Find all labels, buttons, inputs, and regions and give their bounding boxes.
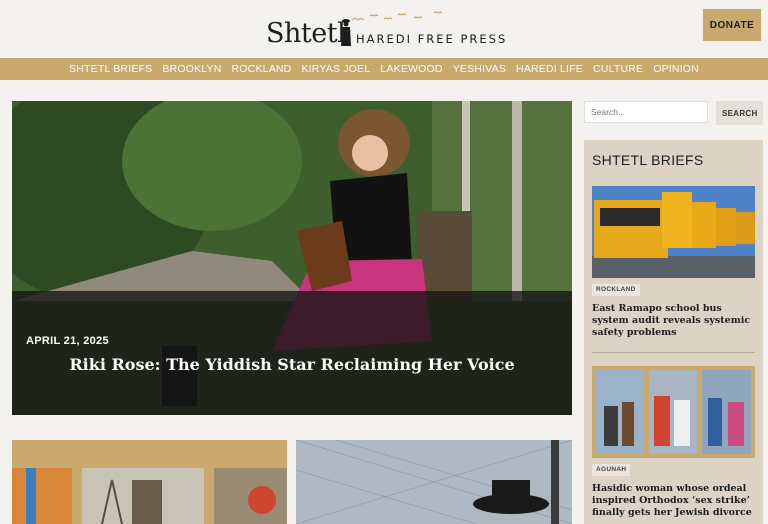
brief-image-2[interactable] xyxy=(592,366,755,458)
nav-item-brooklyn[interactable]: BROOKLYN xyxy=(162,63,221,75)
nav-item-rockland[interactable]: ROCKLAND xyxy=(232,63,292,75)
briefs-title: SHTETL BRIEFS xyxy=(592,152,704,168)
site-logo[interactable]: Shtetl HAREDI FREE PRESS xyxy=(266,11,516,52)
search-input[interactable] xyxy=(584,101,708,123)
story-card-left[interactable] xyxy=(12,440,287,524)
nav-item-yeshivas[interactable]: YESHIVAS xyxy=(453,63,506,75)
nav-item-lakewood[interactable]: LAKEWOOD xyxy=(380,63,442,75)
hero-overlay xyxy=(12,291,572,415)
story-image-left xyxy=(12,468,287,524)
nav-item-opinion[interactable]: OPINION xyxy=(653,63,699,75)
nav-item-kiryas-joel[interactable]: KIRYAS JOEL xyxy=(301,63,370,75)
site-header: Shtetl HAREDI FREE PRESS DONATE xyxy=(0,0,768,58)
birds-icon xyxy=(351,11,443,21)
story-card-right[interactable] xyxy=(296,440,572,524)
donate-button[interactable]: DONATE xyxy=(703,9,761,41)
logo-tagline: HAREDI FREE PRESS xyxy=(356,32,508,46)
brief-headline-2[interactable]: Hasidic woman whose ordeal inspired Orth… xyxy=(592,483,755,519)
nav-item-haredi-life[interactable]: HAREDI LIFE xyxy=(516,63,583,75)
shtetl-briefs-widget: SHTETL BRIEFS ROCKLAND East Ramapo schoo… xyxy=(584,140,763,524)
main-nav: SHTETL BRIEFS BROOKLYN ROCKLAND KIRYAS J… xyxy=(0,58,768,80)
search-button[interactable]: SEARCH xyxy=(716,101,763,125)
hero-date: APRIL 21, 2025 xyxy=(26,335,109,347)
brief-tag-2[interactable]: AGUNAH xyxy=(592,464,631,476)
story-image-right xyxy=(296,440,572,524)
brief-headline-1[interactable]: East Ramapo school bus system audit reve… xyxy=(592,303,755,339)
logo-wordmark: Shtetl xyxy=(266,18,346,49)
brief-image-1[interactable] xyxy=(592,186,755,278)
nav-item-culture[interactable]: CULTURE xyxy=(593,63,643,75)
hero-feature[interactable]: APRIL 21, 2025 Riki Rose: The Yiddish St… xyxy=(12,101,572,415)
brief-tag-1[interactable]: ROCKLAND xyxy=(592,284,640,296)
brief-divider xyxy=(592,352,755,353)
nav-item-shtetl-briefs[interactable]: SHTETL BRIEFS xyxy=(69,63,152,75)
hero-title[interactable]: Riki Rose: The Yiddish Star Reclaiming H… xyxy=(12,355,572,374)
